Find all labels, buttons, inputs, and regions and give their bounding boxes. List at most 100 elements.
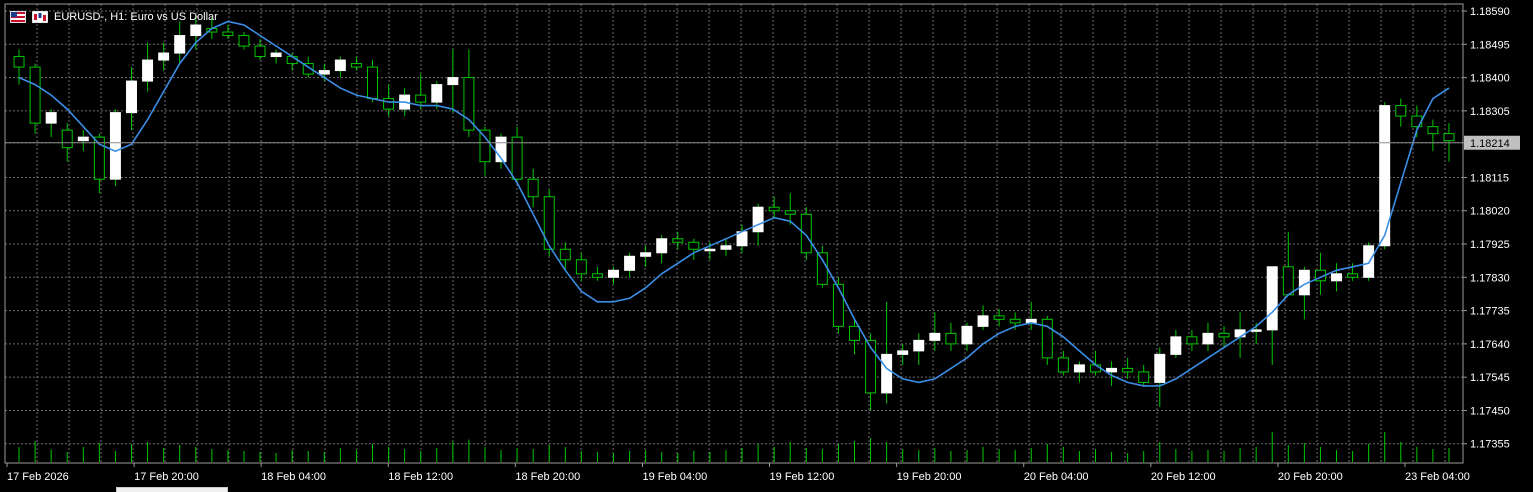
candle [222, 25, 234, 40]
candle [1363, 242, 1375, 281]
candle [1154, 347, 1166, 407]
bull-candle-body [929, 332, 941, 341]
candle [1073, 361, 1085, 383]
bull-candle-body [1331, 273, 1342, 282]
candle [881, 301, 893, 404]
bull-candle-body [1250, 329, 1262, 332]
bull-candle-body [174, 35, 186, 54]
bear-candle-body [1443, 133, 1455, 142]
candle [1202, 322, 1214, 351]
bull-candle-body [1106, 367, 1118, 373]
bull-candle-body [334, 59, 346, 72]
current-price-tag: 1.18214 [1464, 135, 1520, 150]
bear-candle-body [993, 315, 1005, 320]
chart-tab[interactable] [116, 487, 228, 492]
candle [254, 39, 266, 61]
candle [350, 56, 362, 71]
candle [656, 235, 668, 264]
candle [1427, 119, 1439, 152]
time-tick-label: 20 Feb 12:00 [1151, 471, 1216, 483]
bull-candle-body [1266, 266, 1278, 331]
bear-candle-body [849, 325, 860, 341]
candle [977, 305, 989, 330]
time-tick-label: 19 Feb 20:00 [897, 471, 962, 483]
candle [768, 196, 780, 218]
candle [945, 322, 957, 351]
bear-candle-body [1009, 318, 1021, 324]
bull-candle-body [704, 248, 716, 252]
volume-bars [18, 432, 1450, 462]
chart-canvas[interactable]: 1.18590 1.18495 1.18400 1.18305 1.18214 1.181… [0, 0, 1533, 491]
candle [511, 126, 523, 183]
flag-icon [10, 11, 26, 23]
bull-candle-body [656, 238, 668, 254]
candle [672, 231, 684, 250]
candle [720, 238, 732, 257]
candle [1057, 350, 1069, 376]
time-tick-label: 23 Feb 04:00 [1405, 471, 1470, 483]
candle [591, 266, 603, 281]
bull-candle-body [1202, 332, 1214, 345]
bear-candle-body [1282, 266, 1294, 296]
candle [334, 56, 346, 78]
bull-candle-body [897, 350, 909, 355]
candle [736, 224, 748, 253]
chart-type-icon[interactable] [32, 11, 48, 23]
bull-candle-body [881, 353, 893, 394]
candle [1138, 364, 1150, 386]
bear-candle-body [1427, 126, 1439, 135]
bull-candle-body [190, 24, 202, 37]
candle [1122, 357, 1134, 379]
bear-candle-body [1122, 367, 1134, 373]
candle [29, 63, 41, 134]
bear-candle-body [1218, 332, 1230, 338]
bull-candle-body [158, 52, 170, 61]
bear-candle-body [29, 66, 41, 124]
bear-candle-body [415, 94, 427, 103]
bull-candle-body [45, 112, 57, 124]
bear-candle-body [832, 283, 844, 327]
bull-candle-body [961, 325, 973, 345]
moving-average-line [18, 20, 1450, 387]
bear-candle-body [1057, 357, 1069, 373]
price-chart[interactable]: 1.18590 1.18495 1.18400 1.18305 1.18214 1.181… [0, 0, 1533, 492]
bear-candle-body [367, 66, 378, 100]
candle [929, 312, 941, 351]
time-tick-label: 18 Feb 20:00 [515, 471, 580, 483]
candle [415, 74, 427, 110]
time-tick-label: 17 Feb 20:00 [134, 471, 199, 483]
candle [913, 333, 925, 365]
candle [238, 32, 250, 50]
bull-candle-body [624, 255, 636, 271]
time-tick-label: 20 Feb 04:00 [1024, 471, 1089, 483]
time-tick-label: 18 Feb 04:00 [261, 471, 326, 483]
chart-title-bar: EURUSD-, H1: Euro vs US Dollar [10, 9, 218, 25]
candle [1090, 350, 1101, 376]
bear-candle-body [1411, 115, 1423, 128]
price-tick-label: 1.18020 [1470, 206, 1510, 218]
candle [447, 49, 459, 113]
candle [45, 109, 57, 138]
bear-candle-body [784, 210, 796, 215]
current-price-label: 1.18214 [1470, 138, 1510, 150]
candle [1025, 301, 1037, 330]
bear-candle-body [1347, 273, 1359, 278]
price-tick-label: 1.17450 [1470, 405, 1510, 417]
candle [174, 21, 186, 64]
candle [158, 42, 170, 71]
candle [993, 308, 1005, 327]
candle [383, 84, 395, 117]
bear-candle-body [672, 238, 684, 243]
time-tick-label: 19 Feb 04:00 [642, 471, 707, 483]
candle [1331, 263, 1342, 292]
grid [5, 4, 1463, 463]
candle [1170, 329, 1182, 358]
price-tick-label: 1.18590 [1470, 6, 1510, 18]
bull-candle-body [608, 269, 619, 278]
bull-candle-body [1154, 353, 1166, 383]
bear-candle-body [1090, 364, 1101, 373]
price-tick-label: 1.17640 [1470, 339, 1510, 351]
price-tick-label: 1.17545 [1470, 372, 1510, 384]
bear-candle-body [945, 332, 957, 345]
price-tick-label: 1.17925 [1470, 239, 1510, 251]
